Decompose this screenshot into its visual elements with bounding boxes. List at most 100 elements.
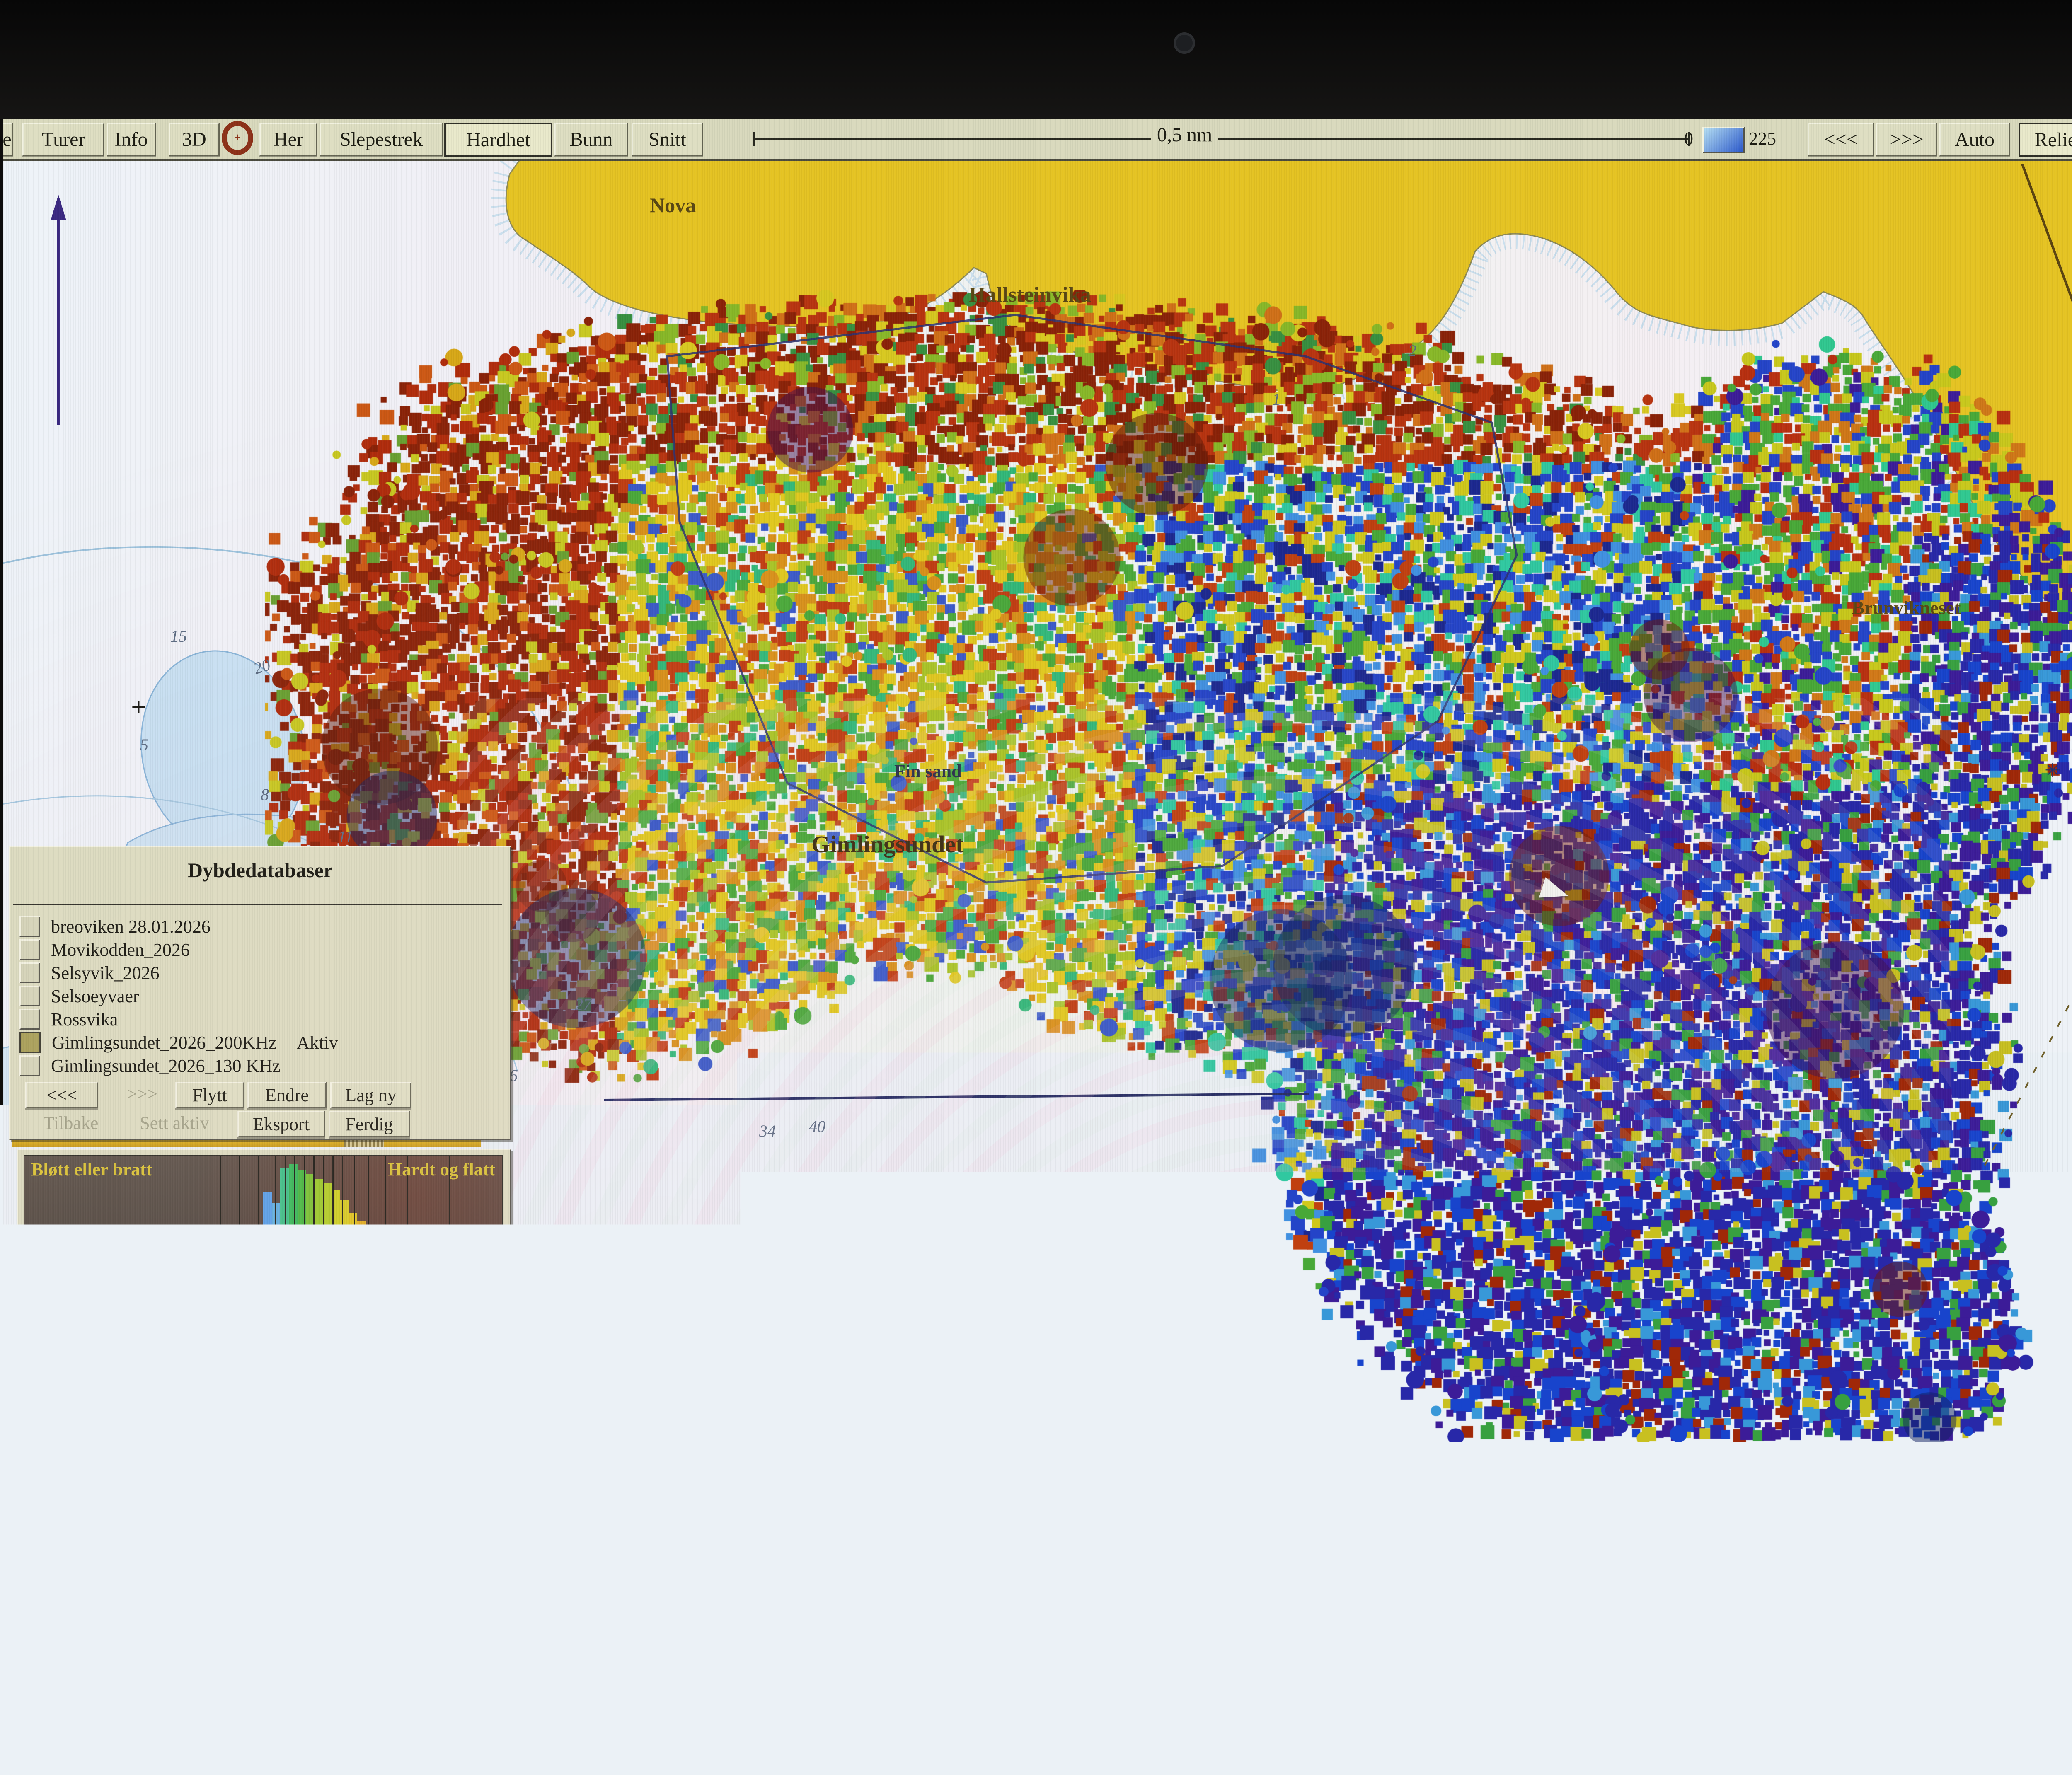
histogram-bar [374, 1231, 383, 1293]
relieff-prev-button[interactable]: <<< [397, 1379, 459, 1405]
laptop: Nova Hallsteinvika Brunvikneset Fin sand… [0, 0, 2072, 1775]
db-item[interactable]: Gimlingsundet_2026_130 KHz [19, 1055, 281, 1076]
layer-button-g[interactable]: G [880, 1413, 958, 1441]
db-panel-title: Dybdedatabaser [10, 858, 510, 882]
histogram-bar [263, 1192, 272, 1293]
layer-button-b[interactable]: B [472, 1413, 551, 1441]
hardness-min-label: 0% [137, 1347, 162, 1369]
db-item[interactable]: Rossvika [19, 1008, 118, 1030]
histogram-bar [459, 1280, 468, 1293]
toolbar-target-button[interactable]: + [222, 123, 253, 153]
toolbar-button-her[interactable]: Her [259, 123, 317, 156]
toolbar-button-auto[interactable]: Auto [1939, 123, 2010, 156]
histogram-bar [127, 1288, 136, 1293]
checkbox-icon[interactable] [19, 1009, 40, 1030]
lagre-button[interactable]: Lagre [330, 1312, 402, 1337]
histogram-divider [368, 1156, 369, 1293]
layer-button-d[interactable]: D [634, 1413, 715, 1442]
depth-sounding: 5 [140, 735, 148, 754]
db-item-active[interactable]: Gimlingsundet_2026_200KHzAktiv [19, 1032, 338, 1053]
layer-button-j[interactable]: J [1128, 1413, 1204, 1441]
toolbar-button-turer[interactable]: Turer [22, 123, 104, 156]
periode-button[interactable]: Periode [1225, 1413, 1307, 1441]
histogram-bar [178, 1280, 186, 1293]
toolbar-button-next[interactable]: >>> [1876, 123, 1937, 156]
toolbar-button-relieff[interactable]: Relieff [2019, 123, 2072, 157]
toolbar-button-bunn[interactable]: Bunn [554, 123, 628, 156]
layer-button-a[interactable]: A [391, 1413, 470, 1441]
hoyre-button[interactable]: Høyre [319, 1378, 393, 1406]
db-item[interactable]: breoviken 28.01.2026 [19, 916, 211, 937]
db-item-label: Rossvika [51, 1009, 118, 1030]
histogram-bar [366, 1226, 374, 1293]
db-item-label: Movikodden_2026 [51, 939, 190, 960]
depth-sounding: 11 [338, 827, 353, 846]
db-item[interactable]: Selsyvik_2026 [19, 962, 160, 984]
kontrast-button[interactable]: Kontrast [226, 1312, 327, 1337]
histogram-bar [58, 1291, 67, 1293]
toolbar-button-info[interactable]: Info [107, 123, 156, 156]
lineaer-button[interactable]: Lineær [39, 1312, 117, 1337]
toolbar-button-prev[interactable]: <<< [1808, 123, 1874, 156]
kartvalg-button[interactable]: Kartvalg [43, 1413, 128, 1441]
db-tilbake-button[interactable]: Tilbake [29, 1111, 112, 1135]
db-flytt-button[interactable]: Flytt [175, 1082, 244, 1108]
toolbar-button-snitt[interactable]: Snitt [632, 123, 703, 156]
layer-button-e[interactable]: E [719, 1413, 795, 1441]
histogram-tools-row: Lineær Min/max Kontrast Lagre Les opp [33, 1309, 595, 1340]
hardhet-endre-button[interactable]: Endre [371, 1343, 498, 1371]
histogram-bar [485, 1288, 494, 1293]
checkbox-checked-icon[interactable] [19, 1032, 41, 1053]
db-endre-button[interactable]: Endre [247, 1082, 327, 1108]
venstre-button[interactable]: Venstre [224, 1379, 306, 1405]
checkbox-icon[interactable] [19, 1055, 40, 1076]
relieff-next-button[interactable]: >>> [461, 1379, 526, 1405]
minmax-button[interactable]: Min/max [120, 1312, 223, 1337]
checkbox-icon[interactable] [19, 986, 40, 1006]
histogram-divider [354, 1156, 355, 1293]
db-ferdig-button[interactable]: Ferdig [329, 1111, 410, 1137]
histogram-bar [75, 1288, 84, 1293]
db-lagny-button[interactable]: Lag ny [330, 1082, 411, 1108]
histogram-bar [24, 1289, 33, 1293]
histogram-bar [349, 1213, 357, 1293]
histogram-bar [340, 1200, 349, 1293]
place-label-brunvikneset: Brunvikneset [1852, 597, 1961, 619]
graatoner-button[interactable]: Gråtoner [117, 1379, 223, 1405]
histogram-bar [152, 1287, 161, 1293]
toolbar-button-slepestrek[interactable]: Slepestrek [320, 123, 443, 156]
toolbar-button-hardhet[interactable]: Hardhet [444, 123, 552, 157]
db-item[interactable]: Movikodden_2026 [19, 939, 190, 960]
berner-button[interactable]: Berner [1312, 1413, 1392, 1441]
waypoint-icon[interactable]: ✳ [2045, 759, 2061, 781]
histogram-divider [294, 1156, 295, 1293]
checkbox-icon[interactable] [19, 939, 40, 960]
histogram-bar [169, 1283, 178, 1293]
histogram-bar [357, 1221, 366, 1293]
depth-sounding: 36 [1138, 1363, 1155, 1382]
histogram-bar [382, 1233, 391, 1293]
db-item[interactable]: Selsoeyvaer [19, 985, 139, 1007]
depth-color-swatch[interactable] [1702, 127, 1745, 153]
depth-sounding: 27 [575, 995, 591, 1014]
toolbar-button-cut[interactable]: e [3, 123, 13, 156]
checkbox-icon[interactable] [19, 962, 40, 983]
db-next-button[interactable]: >>> [113, 1082, 171, 1106]
checkbox-icon[interactable] [19, 916, 40, 937]
toolbar-button-3d[interactable]: 3D [169, 123, 220, 156]
plotterlag-next-button[interactable]: >>> [320, 1415, 383, 1441]
layer-button-f[interactable]: F [799, 1413, 877, 1441]
plotterlag-prev-button[interactable]: <<< [262, 1416, 309, 1438]
layer-button-c[interactable]: C [559, 1413, 634, 1441]
db-prev-button[interactable]: <<< [25, 1082, 98, 1108]
hardness-max-label: 100% [266, 1346, 318, 1370]
db-settaktiv-button[interactable]: Sett aktiv [129, 1111, 220, 1135]
hardness-gradient-slider[interactable]: 0% 100% [129, 1344, 363, 1371]
db-eksport-button[interactable]: Eksport [237, 1111, 325, 1137]
layer-button-h[interactable]: H [961, 1413, 1039, 1441]
layer-button-i[interactable]: I [1045, 1413, 1123, 1441]
depth-sounding: 8 [261, 785, 269, 804]
db-item-label: breoviken 28.01.2026 [51, 916, 211, 937]
lesopp-button[interactable]: Les opp [406, 1312, 494, 1337]
histogram-bar [289, 1164, 298, 1293]
